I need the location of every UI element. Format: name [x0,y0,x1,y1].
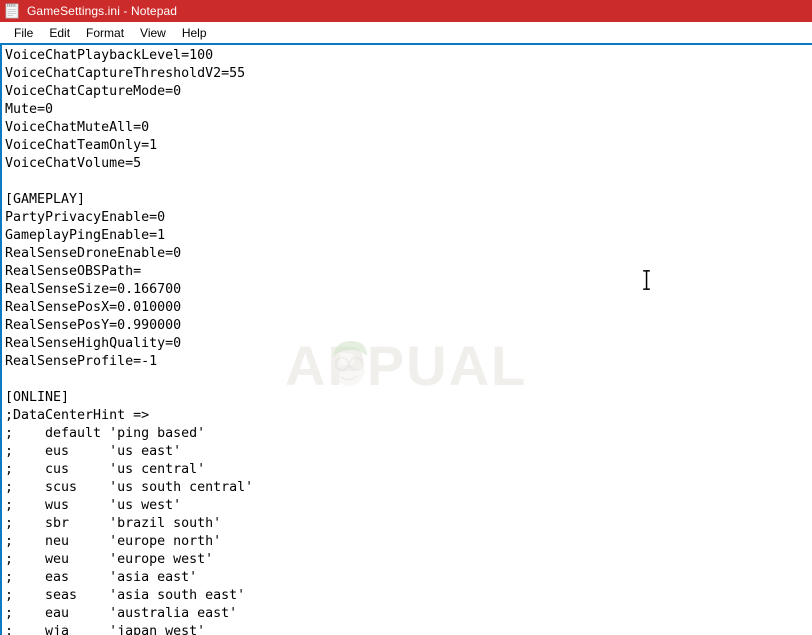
text-editor-area[interactable]: APPUALS VoiceChatPlaybackLevel=100 Voice… [0,43,812,635]
menu-bar: File Edit Format View Help [0,22,812,43]
menu-item-view[interactable]: View [133,24,174,42]
notepad-icon [4,3,20,19]
menu-item-file[interactable]: File [7,24,41,42]
editor-text-content[interactable]: VoiceChatPlaybackLevel=100 VoiceChatCapt… [2,45,812,635]
notepad-window: GameSettings.ini - Notepad File Edit For… [0,0,812,635]
menu-item-edit[interactable]: Edit [42,24,78,42]
window-title: GameSettings.ini - Notepad [27,4,178,18]
menu-item-help[interactable]: Help [175,24,215,42]
menu-item-format[interactable]: Format [79,24,132,42]
title-bar: GameSettings.ini - Notepad [0,0,812,22]
